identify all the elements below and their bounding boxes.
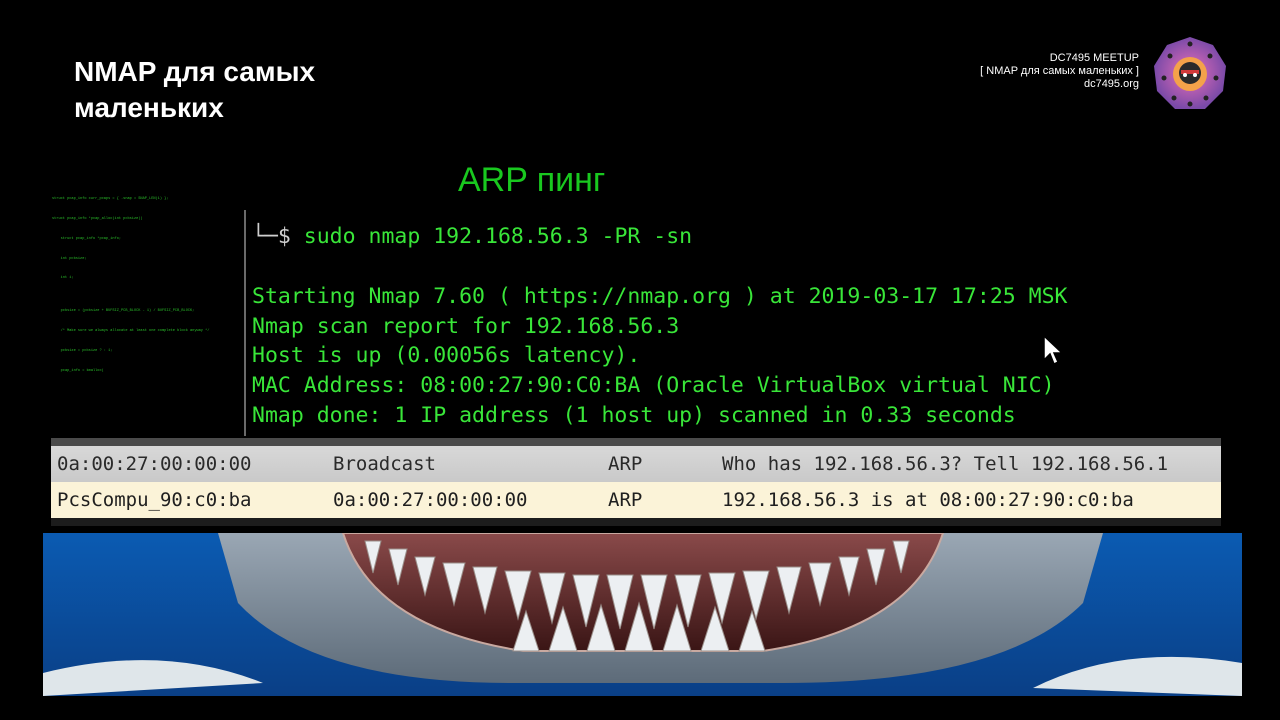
packet-list[interactable]: 0a:00:27:00:00:00 Broadcast ARP Who has … [51,438,1221,526]
packet-info: Who has 192.168.56.3? Tell 192.168.56.1 [722,453,1169,475]
terminal-window: └─$ sudo nmap 192.168.56.3 -PR -sn Start… [244,210,1226,436]
meetup-name: DC7495 MEETUP [1049,52,1139,64]
terminal-output-line: Nmap done: 1 IP address (1 host up) scan… [252,403,1016,428]
meetup-topic: [ NMAP для самых маленьких ] [980,65,1139,77]
terminal-output-line: MAC Address: 08:00:27:90:C0:BA (Oracle V… [252,373,1055,398]
code-line: pcap_info = kmalloc( [52,368,104,373]
meetup-site: dc7495.org [1083,78,1139,90]
code-line: struct pcap_info *pcap_alloc(int pcbsize… [52,216,143,221]
packet-source: 0a:00:27:00:00:00 [57,453,252,475]
code-line: struct pcap_info *pcap_info; [52,236,122,241]
code-line: pcbsize = pcbsize ? : 1; [52,348,113,353]
shark-teeth-illustration [43,533,1242,696]
slide-title: NMAP для самых маленьких [74,56,316,123]
packet-row[interactable]: 0a:00:27:00:00:00 Broadcast ARP Who has … [51,446,1221,482]
packet-info: 192.168.56.3 is at 08:00:27:90:c0:ba [722,489,1134,511]
terminal-command: sudo nmap 192.168.56.3 -PR -sn [290,224,693,249]
packet-protocol: ARP [608,489,643,511]
terminal-output-line: Nmap scan report for 192.168.56.3 [252,314,680,339]
code-line: int pcbsize; [52,256,87,261]
terminal-output-line: Starting Nmap 7.60 ( https://nmap.org ) … [252,284,1068,309]
terminal-command-line: └─$ sudo nmap 192.168.56.3 -PR -sn [252,224,692,249]
shark-photo [43,533,1242,696]
packet-destination: Broadcast [333,453,436,475]
packet-destination: 0a:00:27:00:00:00 [333,489,528,511]
code-line: int i; [52,276,74,281]
meetup-info: DC7495 MEETUP [ NMAP для самых маленьких… [980,52,1139,91]
packet-source: PcsCompu_90:c0:ba [57,489,252,511]
code-line: struct pcap_info curr_pcaps = { .snap = … [52,197,169,202]
packet-list-header-strip [51,438,1221,446]
code-thumbnail: struct pcap_info curr_pcaps = { .snap = … [52,183,242,381]
prompt-glyph: └─$ [252,224,291,249]
terminal-output-line: Host is up (0.00056s latency). [252,343,641,368]
code-line: /* Make sure we always allocate at least… [52,329,210,334]
slide-heading: ARP пинг [458,161,606,199]
mouse-cursor-icon [1043,334,1064,366]
packet-row-selected[interactable]: PcsCompu_90:c0:ba 0a:00:27:00:00:00 ARP … [51,482,1221,518]
dc7495-logo [1154,37,1226,109]
packet-protocol: ARP [608,453,643,475]
code-line: pcbsize = (pcbsize + BUFSIZ_PCB_BLOCK - … [52,309,195,314]
